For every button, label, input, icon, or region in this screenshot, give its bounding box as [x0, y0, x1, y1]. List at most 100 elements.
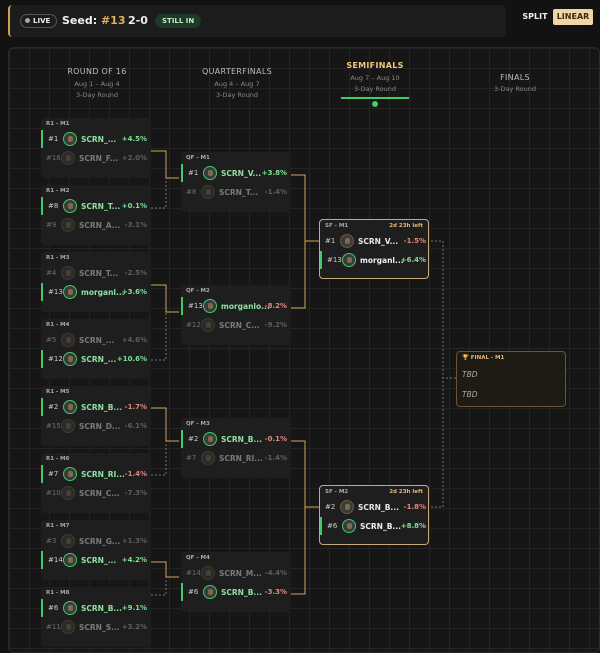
- team-name: SCRN_B...: [81, 403, 122, 412]
- team-pct: -2.5%: [124, 269, 147, 277]
- team-pct: +4.2%: [121, 556, 147, 564]
- view-toggle: SPLIT LINEAR: [518, 9, 594, 25]
- team-row[interactable]: #1 SCRN_V... +3.8%: [181, 164, 291, 182]
- team-name: SCRN_B...: [221, 588, 262, 597]
- team-name: morganlo...: [221, 302, 270, 311]
- match-label: R1 - M7: [46, 523, 70, 529]
- team-seed: #3: [46, 537, 57, 545]
- team-row[interactable]: #3 SCRN_G... +1.3%: [41, 532, 151, 550]
- team-row[interactable]: #10 SCRN_C... -7.3%: [41, 484, 151, 502]
- team-row[interactable]: #12 SCRN_C... -9.2%: [181, 316, 291, 334]
- live-badge: LIVE: [20, 14, 58, 28]
- team-pct: +8.8%: [400, 522, 426, 530]
- team-row[interactable]: #2 SCRN_B... -1.8%: [320, 498, 430, 516]
- match-card[interactable]: R1 - M1 #1 SCRN_... +4.5% #16 SCRN_F... +2.0…: [41, 118, 151, 178]
- match-card[interactable]: QF - M4 #14 SCRN_M... -4.4% #6 SCRN_B... -3.…: [181, 552, 291, 612]
- team-name: SCRN_...: [79, 336, 115, 345]
- team-name: SCRN_B...: [358, 503, 399, 512]
- team-name: SCRN_C...: [79, 489, 120, 498]
- team-row[interactable]: #2 SCRN_B... -0.1%: [181, 430, 291, 448]
- avatar: [63, 352, 77, 366]
- team-row[interactable]: #6 SCRN_B... +8.8%: [320, 517, 430, 535]
- team-row[interactable]: #6 SCRN_B... -3.3%: [181, 583, 291, 601]
- team-row[interactable]: #16 SCRN_F... +2.0%: [41, 149, 151, 167]
- final-match-card[interactable]: 🏆 FINAL - M1 TBD TBD: [456, 351, 566, 407]
- team-pct: -3.3%: [264, 588, 287, 596]
- team-seed: #8: [48, 202, 59, 210]
- match-card[interactable]: R1 - M6 #7 SCRN_RI... -1.4% #10 SCRN_C... -7…: [41, 453, 151, 513]
- team-pct: +4.6%: [121, 336, 147, 344]
- team-row[interactable]: #13 morganl... +6.4%: [320, 251, 430, 269]
- team-name: SCRN_T...: [79, 269, 119, 278]
- team-row[interactable]: #1 SCRN_... +4.5%: [41, 130, 151, 148]
- team-seed: #7: [186, 454, 197, 462]
- match-label: R1 - M8: [46, 590, 70, 596]
- team-row[interactable]: #13 morganlo... -8.2%: [181, 297, 291, 315]
- match-card[interactable]: R1 - M7 #3 SCRN_G... +1.3% #14 SCRN_... +4.2…: [41, 520, 151, 580]
- team-row[interactable]: #4 SCRN_T... -2.5%: [41, 264, 151, 282]
- team-row[interactable]: #15 SCRN_D... -6.1%: [41, 417, 151, 435]
- team-pct: +0.1%: [121, 202, 147, 210]
- team-pct: -7.3%: [124, 489, 147, 497]
- match-card[interactable]: R1 - M3 #4 SCRN_T... -2.5% #13 morganl... +3…: [41, 252, 151, 312]
- team-name: SCRN_B...: [360, 522, 401, 531]
- team-row[interactable]: #9 SCRN_A... -3.1%: [41, 216, 151, 234]
- team-row[interactable]: #7 SCRN_RI... -1.4%: [41, 465, 151, 483]
- team-name: SCRN_D...: [79, 422, 121, 431]
- team-row[interactable]: #1 SCRN_V... -1.5%: [320, 232, 430, 250]
- match-card[interactable]: R1 - M4 #5 SCRN_... +4.6% #12 SCRN_... +10.6…: [41, 319, 151, 379]
- team-seed: #12: [48, 355, 63, 363]
- team-row[interactable]: #11 SCRN_S... +3.2%: [41, 618, 151, 636]
- final-label: 🏆 FINAL - M1: [462, 355, 504, 361]
- team-seed: #4: [46, 269, 57, 277]
- avatar: [203, 299, 217, 313]
- match-card[interactable]: R1 - M2 #8 SCRN_T... +0.1% #9 SCRN_A... -3.1…: [41, 185, 151, 245]
- status-header: LIVE Seed: #13 2-0 STILL IN: [8, 5, 506, 37]
- team-name: SCRN_...: [81, 556, 117, 565]
- avatar: [342, 253, 356, 267]
- team-seed: #1: [325, 237, 336, 245]
- team-row[interactable]: #6 SCRN_B... +9.1%: [41, 599, 151, 617]
- time-left: 2d 23h left: [389, 223, 423, 229]
- team-pct: -3.1%: [124, 221, 147, 229]
- team-row[interactable]: #8 SCRN_T... +0.1%: [41, 197, 151, 215]
- team-seed: #2: [325, 503, 336, 511]
- team-pct: +3.2%: [121, 623, 147, 631]
- time-left: 2d 23h left: [389, 489, 423, 495]
- match-label: R1 - M6: [46, 456, 70, 462]
- team-row[interactable]: #14 SCRN_M... -4.4%: [181, 564, 291, 582]
- linear-view-button[interactable]: LINEAR: [553, 9, 593, 25]
- avatar: [203, 585, 217, 599]
- status-badge: STILL IN: [155, 14, 202, 28]
- team-seed: #7: [48, 470, 59, 478]
- avatar: [63, 199, 77, 213]
- final-label-text: FINAL - M1: [470, 355, 505, 361]
- team-seed: #13: [188, 302, 203, 310]
- team-name: morganl...: [81, 288, 125, 297]
- match-card[interactable]: R1 - M8 #6 SCRN_B... +9.1% #11 SCRN_S... +3.…: [41, 587, 151, 647]
- final-team-b: TBD: [462, 390, 478, 399]
- team-seed: #10: [46, 489, 61, 497]
- team-row[interactable]: #7 SCRN_RI... -1.4%: [181, 449, 291, 467]
- match-card[interactable]: QF - M3 #2 SCRN_B... -0.1% #7 SCRN_RI... -1.…: [181, 418, 291, 478]
- team-seed: #6: [48, 604, 59, 612]
- team-name: SCRN_V...: [358, 237, 399, 246]
- team-row[interactable]: #8 SCRN_T... -1.4%: [181, 183, 291, 201]
- team-name: SCRN_A...: [79, 221, 121, 230]
- match-card[interactable]: SF - M2 2d 23h left #2 SCRN_B... -1.8% #6 S…: [319, 485, 429, 545]
- team-row[interactable]: #5 SCRN_... +4.6%: [41, 331, 151, 349]
- match-card[interactable]: QF - M1 #1 SCRN_V... +3.8% #8 SCRN_T... -1.4…: [181, 152, 291, 212]
- match-label: QF - M3: [186, 421, 210, 427]
- match-card[interactable]: SF - M1 2d 23h left #1 SCRN_V... -1.5% #13…: [319, 219, 429, 279]
- match-card[interactable]: QF - M2 #13 morganlo... -8.2% #12 SCRN_C...…: [181, 285, 291, 345]
- team-row[interactable]: #12 SCRN_... +10.6%: [41, 350, 151, 368]
- split-view-button[interactable]: SPLIT: [518, 9, 552, 25]
- team-row[interactable]: #13 morganl... +3.6%: [41, 283, 151, 301]
- match-label: SF - M2: [325, 489, 349, 495]
- team-row[interactable]: #14 SCRN_... +4.2%: [41, 551, 151, 569]
- team-seed: #14: [186, 569, 201, 577]
- seed-value: #13: [100, 14, 126, 27]
- match-card[interactable]: R1 - M5 #2 SCRN_B... -1.7% #15 SCRN_D... -6.…: [41, 386, 151, 446]
- team-row[interactable]: #2 SCRN_B... -1.7%: [41, 398, 151, 416]
- team-seed: #11: [46, 623, 61, 631]
